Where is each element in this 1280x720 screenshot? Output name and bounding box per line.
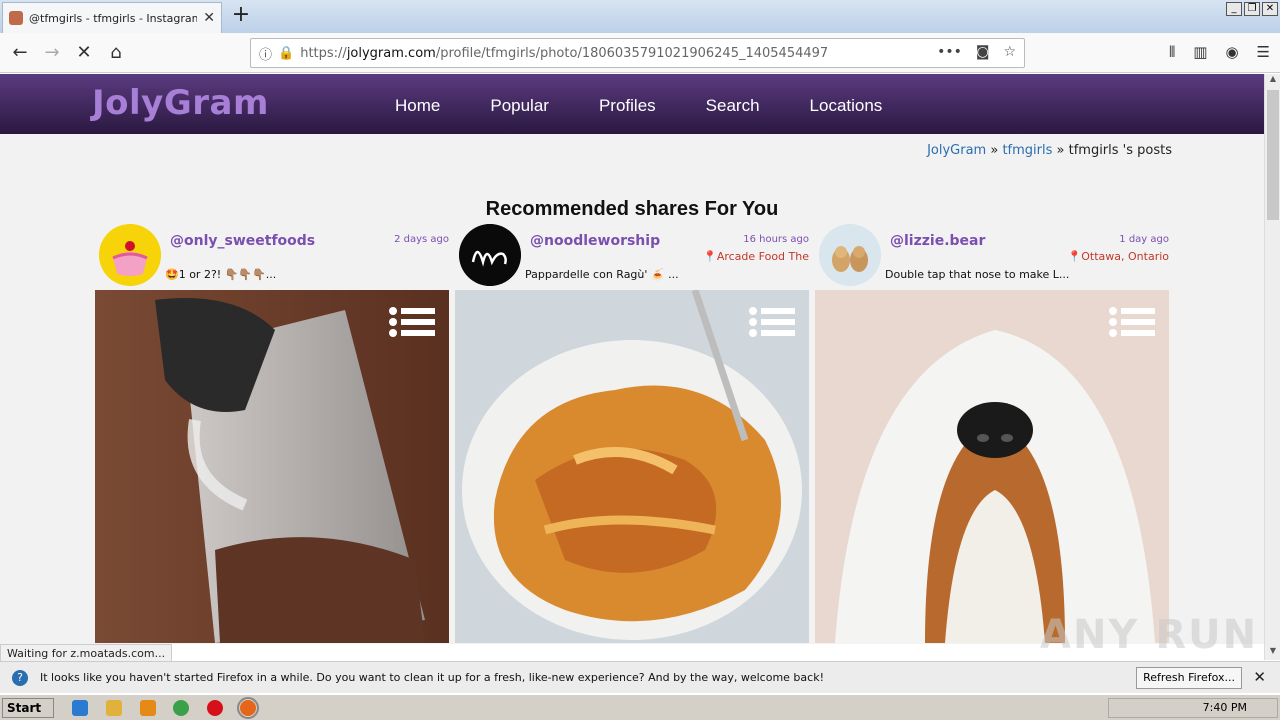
info-icon: ?: [12, 669, 28, 686]
window-controls: _ ❐ ✕: [1226, 2, 1278, 16]
window-titlebar: @tfmgirls - tfmgirls - Instagram Po ✕ + …: [0, 0, 1280, 33]
nav-search[interactable]: Search: [706, 96, 760, 116]
firefox-taskbar-icon[interactable]: [237, 697, 259, 719]
anyrun-watermark: ANY RUN: [1040, 612, 1259, 658]
site-header: JolyGram Home Popular Profiles Search Lo…: [0, 74, 1264, 134]
username-link[interactable]: @lizzie.bear: [890, 233, 985, 249]
sidebar-icon[interactable]: ▥: [1193, 43, 1207, 61]
post-card: @only_sweetfoods 2 days ago 🤩1 or 2?! 👇🏽…: [95, 224, 449, 644]
avatar[interactable]: [99, 224, 161, 286]
back-button[interactable]: ←: [6, 39, 34, 67]
clock: 7:40 PM: [1202, 701, 1247, 714]
nav-home[interactable]: Home: [395, 96, 440, 116]
breadcrumb-user[interactable]: tfmgirls: [1002, 143, 1052, 158]
site-nav: Home Popular Profiles Search Locations: [395, 96, 932, 116]
new-tab-button[interactable]: +: [228, 4, 254, 28]
section-title: Recommended shares For You: [485, 198, 779, 220]
chrome-icon[interactable]: [173, 700, 189, 716]
info-icon[interactable]: ⓘ: [259, 44, 272, 63]
maximize-button[interactable]: ❐: [1244, 2, 1260, 16]
scroll-up-icon[interactable]: ▲: [1265, 74, 1280, 88]
pocket-icon[interactable]: ◙: [976, 44, 990, 60]
library-icon[interactable]: ⫴: [1169, 43, 1175, 61]
close-tab-icon[interactable]: ✕: [203, 10, 215, 26]
lock-icon: 🔒: [278, 45, 295, 61]
post-caption: Double tap that nose to make L...: [885, 268, 1070, 281]
post-time: 2 days ago: [394, 234, 449, 245]
ie-icon[interactable]: [72, 700, 88, 716]
bookmark-star-icon[interactable]: ☆: [1003, 44, 1016, 60]
post-location[interactable]: 📍Ottawa, Ontario: [1068, 250, 1169, 263]
system-tray: 7:40 PM: [1108, 698, 1278, 718]
hamburger-menu-icon[interactable]: ☰: [1257, 43, 1270, 61]
post-time: 16 hours ago: [743, 234, 809, 245]
nav-locations[interactable]: Locations: [810, 96, 883, 116]
post-image[interactable]: [815, 290, 1169, 643]
refresh-firefox-button[interactable]: Refresh Firefox...: [1136, 667, 1242, 689]
post-caption: 🤩1 or 2?! 👇🏽👇🏽👇🏽...: [165, 268, 277, 281]
vertical-scrollbar[interactable]: ▲ ▼: [1264, 74, 1280, 660]
notification-message: It looks like you haven't started Firefo…: [40, 671, 824, 684]
map-pin-icon: 📍: [703, 250, 717, 263]
instagram-favicon-icon: [9, 11, 23, 25]
breadcrumb: JolyGram » tfmgirls » tfmgirls 's posts: [927, 143, 1172, 158]
post-time: 1 day ago: [1119, 234, 1169, 245]
minimize-button[interactable]: _: [1226, 2, 1242, 16]
url-text[interactable]: https://jolygram.com/profile/tfmgirls/ph…: [300, 46, 828, 61]
post-card: @lizzie.bear 1 day ago 📍Ottawa, Ontario …: [815, 224, 1169, 644]
browser-tab[interactable]: @tfmgirls - tfmgirls - Instagram Po ✕: [2, 2, 222, 33]
status-text: Waiting for z.moatads.com...: [0, 644, 173, 662]
close-window-button[interactable]: ✕: [1262, 2, 1278, 16]
breadcrumb-current: tfmgirls 's posts: [1068, 143, 1172, 158]
home-icon[interactable]: ⌂: [102, 39, 130, 67]
page-actions-icon[interactable]: •••: [937, 44, 962, 60]
post-location[interactable]: 📍Arcade Food The: [703, 250, 809, 263]
post-menu-icon[interactable]: [1109, 307, 1155, 344]
post-image[interactable]: [455, 290, 809, 643]
nav-popular[interactable]: Popular: [490, 96, 549, 116]
breadcrumb-home[interactable]: JolyGram: [927, 143, 986, 158]
avatar[interactable]: [819, 224, 881, 286]
close-notification-icon[interactable]: ✕: [1253, 668, 1266, 686]
avatar[interactable]: [459, 224, 521, 286]
account-icon[interactable]: ◉: [1225, 43, 1238, 61]
nav-profiles[interactable]: Profiles: [599, 96, 656, 116]
post-menu-icon[interactable]: [749, 307, 795, 344]
stop-button[interactable]: ✕: [70, 39, 98, 67]
tab-title: @tfmgirls - tfmgirls - Instagram Po: [29, 11, 198, 25]
post-menu-icon[interactable]: [389, 307, 435, 344]
web-page: JolyGram Home Popular Profiles Search Lo…: [0, 74, 1264, 644]
taskbar: Start 7:40 PM: [0, 694, 1280, 720]
post-card: @noodleworship 16 hours ago 📍Arcade Food…: [455, 224, 809, 644]
media-player-icon[interactable]: [140, 700, 156, 716]
notification-bar: ? It looks like you haven't started Fire…: [0, 661, 1280, 693]
forward-button[interactable]: →: [38, 39, 66, 67]
map-pin-icon: 📍: [1067, 250, 1082, 263]
navigation-toolbar: ← → ✕ ⌂ ⓘ 🔒 https://jolygram.com/profile…: [0, 33, 1280, 73]
username-link[interactable]: @noodleworship: [530, 233, 660, 249]
site-logo[interactable]: JolyGram: [92, 83, 269, 123]
scroll-down-icon[interactable]: ▼: [1265, 646, 1280, 660]
post-image[interactable]: [95, 290, 449, 643]
start-button[interactable]: Start: [2, 698, 54, 718]
post-caption: Pappardelle con Ragù' 🍝 ...: [525, 268, 679, 281]
scroll-thumb[interactable]: [1267, 90, 1279, 220]
opera-icon[interactable]: [207, 700, 223, 716]
url-bar[interactable]: ⓘ 🔒 https://jolygram.com/profile/tfmgirl…: [250, 38, 1025, 68]
folder-icon[interactable]: [106, 700, 122, 716]
username-link[interactable]: @only_sweetfoods: [170, 233, 315, 249]
